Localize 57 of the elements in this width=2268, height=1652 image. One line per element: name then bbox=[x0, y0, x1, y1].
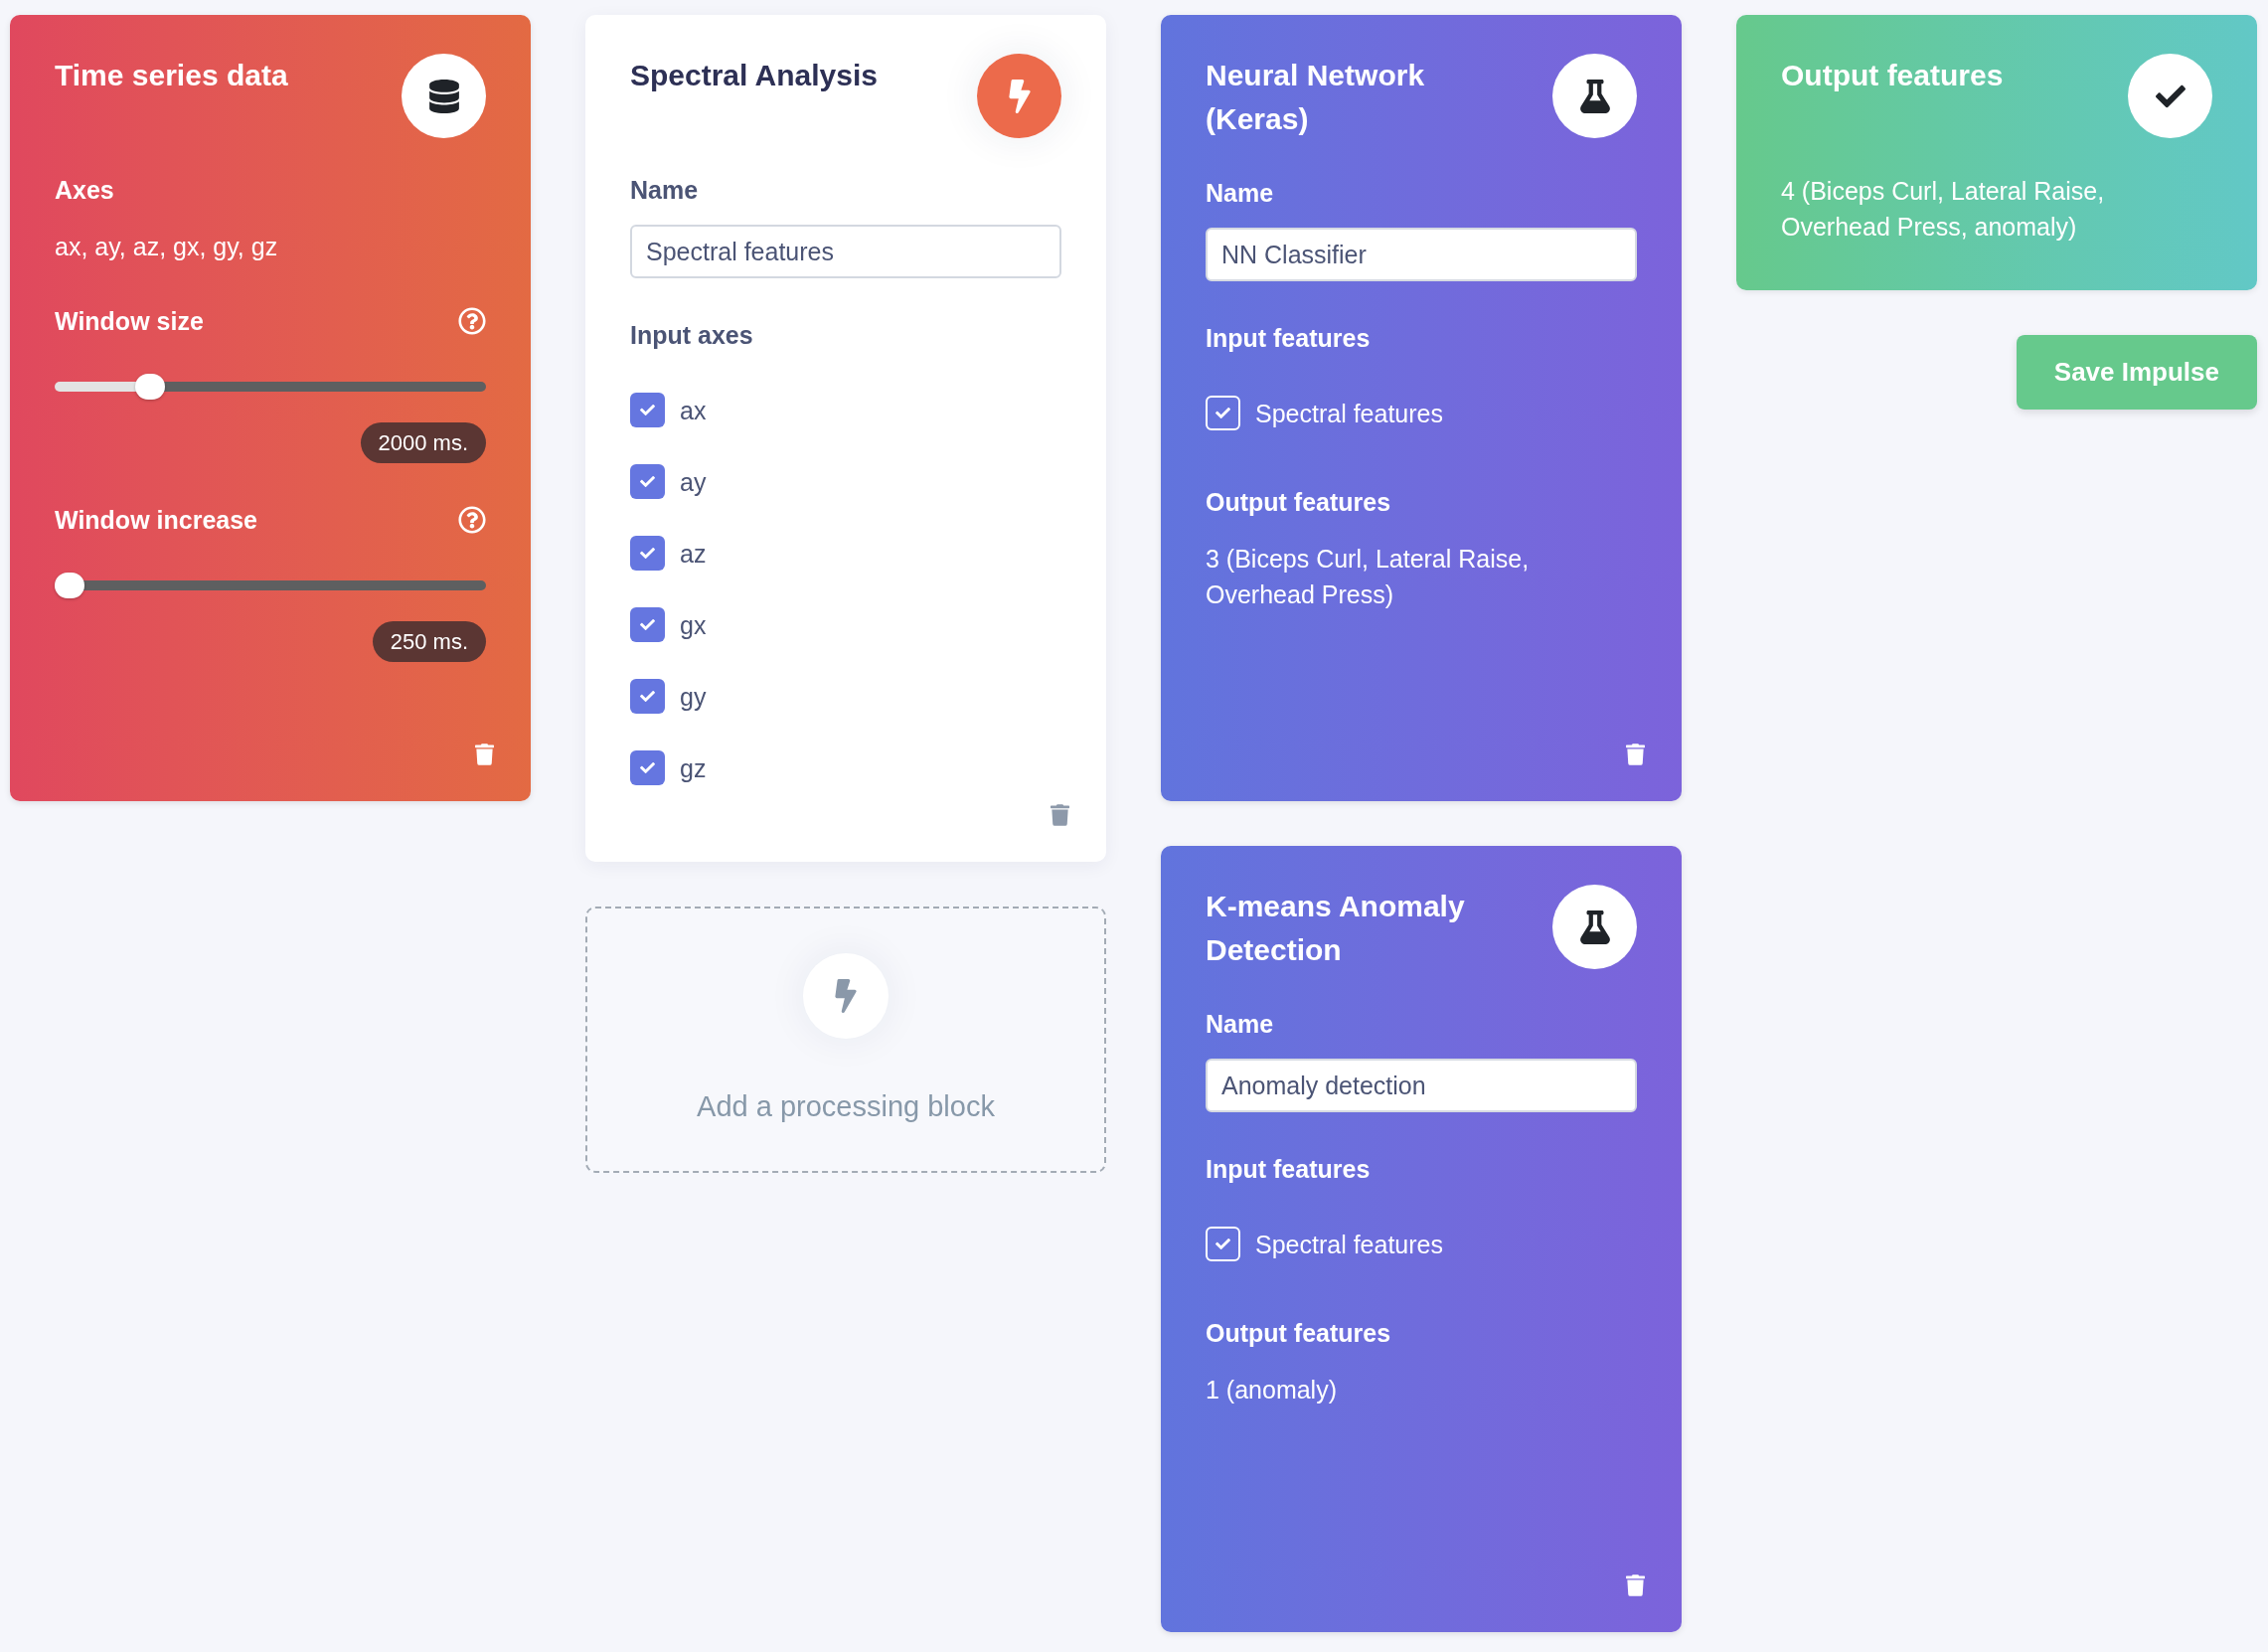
checkmark-icon bbox=[639, 403, 656, 417]
slider-thumb[interactable] bbox=[55, 573, 84, 598]
checkmark-icon bbox=[1215, 1237, 1231, 1251]
text-input[interactable]: Anomaly detection bbox=[1206, 1059, 1637, 1112]
checkbox-label: ax bbox=[680, 395, 707, 426]
field-label: Name bbox=[1206, 178, 1275, 209]
card-title: Time series data bbox=[55, 58, 288, 93]
field-label: Name bbox=[630, 175, 700, 206]
checkbox-label: ay bbox=[680, 466, 707, 498]
checkbox[interactable] bbox=[1206, 1227, 1240, 1261]
field-label: Window size bbox=[55, 306, 204, 337]
field-value: 3 (Biceps Curl, Lateral Raise, Overhead Press) bbox=[1206, 544, 1531, 610]
checkbox[interactable] bbox=[630, 536, 665, 571]
trash-icon[interactable] bbox=[475, 743, 494, 765]
help-icon[interactable] bbox=[458, 506, 486, 534]
text-input[interactable]: Spectral features bbox=[630, 225, 1061, 278]
checkbox[interactable] bbox=[630, 393, 665, 427]
field-label: Window increase bbox=[55, 505, 257, 536]
card-title: K-means Anomaly Detection bbox=[1206, 889, 1466, 968]
checkbox-label: gz bbox=[680, 752, 707, 784]
card-title: Neural Network (Keras) bbox=[1206, 58, 1426, 137]
trash-icon[interactable] bbox=[1051, 804, 1069, 826]
value-badge: 2000 ms. bbox=[360, 422, 486, 463]
checkmark-icon bbox=[639, 546, 656, 561]
checkmark-icon bbox=[1215, 406, 1231, 420]
checkmark-icon bbox=[639, 760, 656, 775]
field-value: ax, ay, az, gx, gy, gz bbox=[55, 232, 279, 262]
field-label: Input features bbox=[1206, 1154, 1372, 1185]
trash-icon[interactable] bbox=[1626, 1574, 1645, 1596]
field-value: 1 (anomaly) bbox=[1206, 1375, 1338, 1405]
checkbox-label: Spectral features bbox=[1255, 1229, 1443, 1260]
field-label: Input axes bbox=[630, 320, 754, 351]
card-title: Spectral Analysis bbox=[630, 58, 878, 93]
field-label: Output features bbox=[1206, 1318, 1392, 1349]
field-label: Output features bbox=[1206, 487, 1392, 518]
output-summary: 4 (Biceps Curl, Lateral Raise, Overhead Press, anomaly) bbox=[1781, 176, 2106, 243]
slider-thumb[interactable] bbox=[134, 374, 165, 400]
field-label: Axes bbox=[55, 175, 115, 206]
checkbox[interactable] bbox=[630, 607, 665, 642]
field-label: Name bbox=[1206, 1009, 1275, 1040]
checkbox[interactable] bbox=[1206, 396, 1240, 430]
checkmark-icon bbox=[639, 689, 656, 704]
checkbox-label: gy bbox=[680, 681, 707, 713]
checkmark-icon bbox=[639, 474, 656, 489]
trash-icon[interactable] bbox=[1626, 743, 1645, 765]
checkbox[interactable] bbox=[630, 679, 665, 714]
help-icon[interactable] bbox=[458, 307, 486, 335]
checkbox-label: Spectral features bbox=[1255, 398, 1443, 429]
value-badge: 250 ms. bbox=[372, 621, 486, 662]
text-input[interactable]: NN Classifier bbox=[1206, 228, 1637, 281]
checkbox[interactable] bbox=[630, 464, 665, 499]
card-title: Output features bbox=[1781, 58, 2004, 93]
checkbox-label: az bbox=[680, 538, 707, 570]
checkbox[interactable] bbox=[630, 750, 665, 785]
checkbox-label: gx bbox=[680, 609, 707, 641]
checkmark-icon bbox=[639, 617, 656, 632]
field-label: Input features bbox=[1206, 323, 1372, 354]
